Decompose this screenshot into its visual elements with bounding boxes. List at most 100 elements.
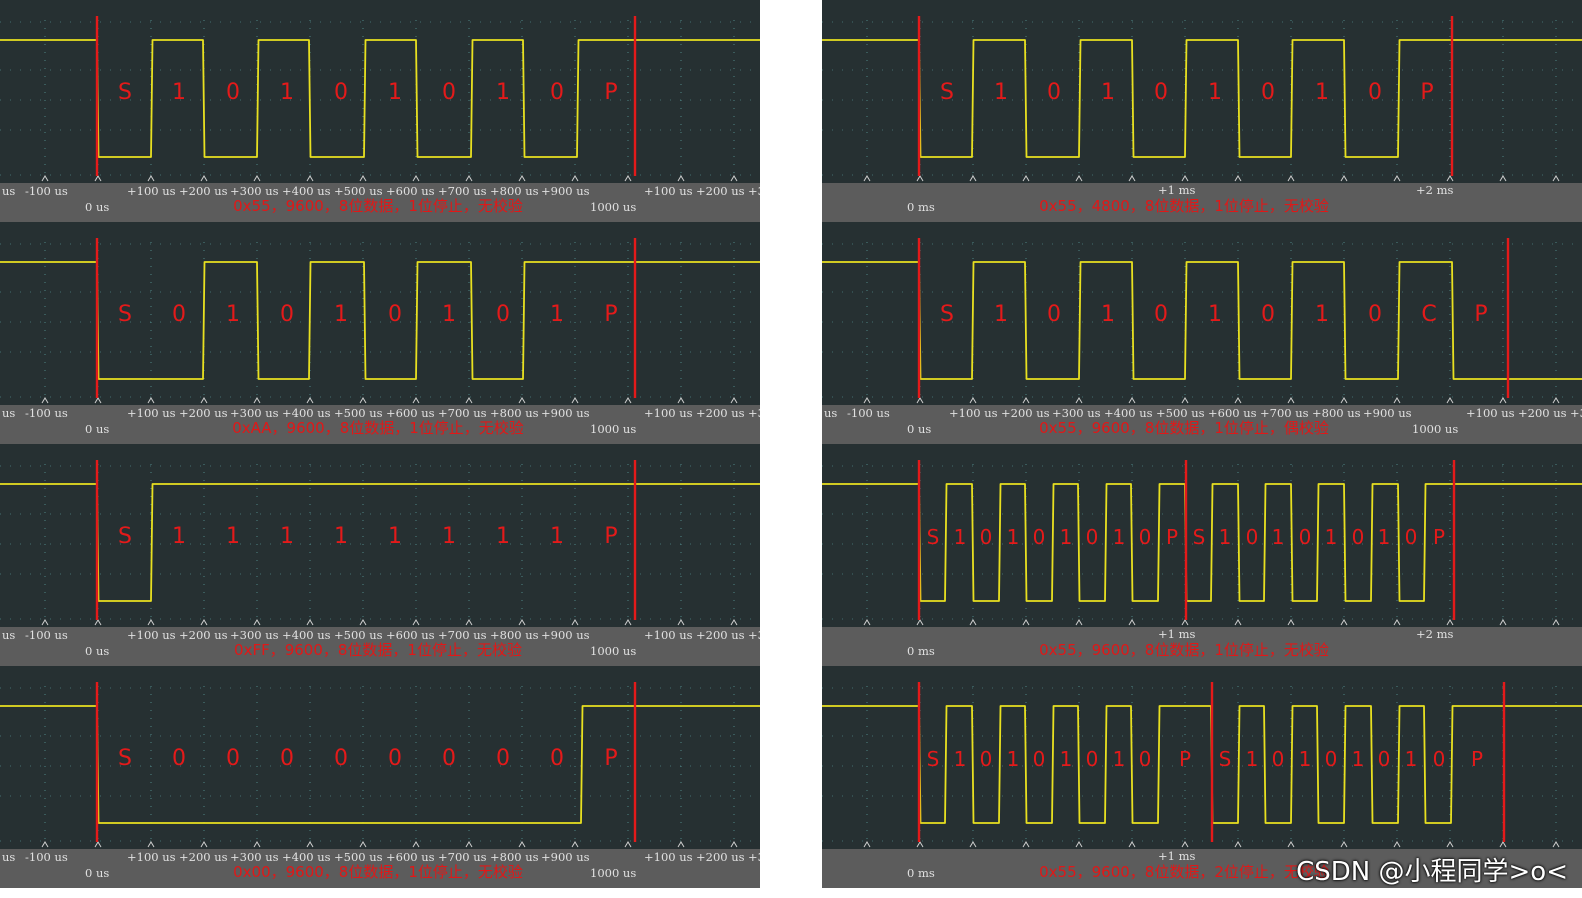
bit-label: 0 [172,302,186,327]
axis-tick-label: +200 us [1518,406,1567,420]
axis-tick [518,175,526,182]
bit-label: 1 [172,80,186,105]
axis-end-label: 1000 us [1412,422,1459,436]
bit-label: 1 [1315,80,1329,105]
axis-tick [306,175,314,182]
bit-label: 0 [496,746,510,771]
axis-tick-label: us [2,184,16,198]
axis-tick [1446,397,1454,404]
axis-tick [916,841,924,848]
axis-tick [1393,619,1401,626]
bit-label: S [940,80,954,105]
serial-waveform [0,483,760,602]
axis-tick [253,841,261,848]
axis-tick [518,397,526,404]
axis-tick [253,619,261,626]
axis-tick-label: us [2,628,16,642]
axis-tick-label: +900 us [541,184,590,198]
axis-end-label: 1000 us [590,200,637,214]
scope-panel: S 0 0 0 0 0 0 0 0 Pus -100 us +100 us +200 us +300 us… [0,666,760,888]
axis-tick [969,175,977,182]
axis-tick [41,841,49,848]
axis-tick [1128,397,1136,404]
bit-label: P [604,746,618,771]
bit-label: 0 [280,746,294,771]
scope-panel: S 1 0 1 0 1 0 1 0 P +1 ms +2 ms 0 ms 0x55，4800，8位数据，1… [822,0,1582,222]
axis-tick [969,397,977,404]
bit-label: 0 [1047,302,1061,327]
bit-label: S [1218,747,1232,771]
panel-caption: 0xAA，9600，8位数据，1位停止，无校验 [232,419,524,437]
axis-tick [1022,175,1030,182]
bit-label: C [1421,302,1437,327]
bit-label: 0 [1324,747,1338,771]
bit-label: 0 [1138,525,1152,549]
axis-tick [1181,619,1189,626]
axis-tick-label: +100 us [127,406,176,420]
watermark: CSDN @小程同学>o< [1296,857,1568,887]
bit-label: 0 [334,80,348,105]
axis-tick [94,619,102,626]
bit-label: 1 [1324,525,1338,549]
axis-origin-label: 0 us [907,422,932,436]
axis-origin-label: 0 ms [907,200,935,214]
axis-tick [1075,841,1083,848]
axis-tick [1340,619,1348,626]
bit-label: 0 [1032,525,1046,549]
bit-label: 1 [1271,525,1285,549]
bit-label: 0 [1085,525,1099,549]
axis-tick [1022,841,1030,848]
bit-label: 0 [1138,747,1152,771]
axis-tick [518,619,526,626]
bit-label: 1 [442,524,456,549]
axis-tick-label: +100 us [644,184,693,198]
axis-origin-label: 0 us [85,866,110,880]
bit-label: 1 [496,524,510,549]
axis-tick-label: +3 [748,406,760,420]
bit-label: 1 [994,80,1008,105]
axis-tick [1022,619,1030,626]
axis-tick [730,841,738,848]
axis-tick [863,175,871,182]
axis-tick [412,175,420,182]
bit-label: 1 [334,524,348,549]
axis-tick [1552,397,1560,404]
bit-label: 0 [1085,747,1099,771]
axis-tick [677,397,685,404]
axis-tick [1393,397,1401,404]
axis-tick-label: +200 us [696,628,745,642]
axis-tick [1340,841,1348,848]
axis-tick [359,841,367,848]
bit-label: 1 [1377,525,1391,549]
axis-tick [1340,397,1348,404]
axis-tick [1446,175,1454,182]
axis-tick [1499,397,1507,404]
axis-tick [1446,841,1454,848]
axis-tick-label: +900 us [541,850,590,864]
bit-label: 0 [1047,80,1061,105]
axis-tick-label: +200 us [696,184,745,198]
axis-tick [1022,397,1030,404]
bit-label: 0 [442,80,456,105]
axis-tick [916,175,924,182]
waveform-plot [822,16,1582,182]
axis-tick [1552,175,1560,182]
axis-tick [518,841,526,848]
axis-tick [200,397,208,404]
bit-label: 1 [1315,302,1329,327]
bit-label: 0 [1404,525,1418,549]
axis-tick [730,175,738,182]
axis-tick [1287,841,1295,848]
bit-label: 0 [442,746,456,771]
axis-tick [1234,397,1242,404]
axis-tick-label: +900 us [1363,406,1412,420]
axis-tick [41,175,49,182]
axis-tick [624,397,632,404]
bit-label: 0 [1261,80,1275,105]
bit-label: 1 [1404,747,1418,771]
axis-tick-label: +200 us [696,406,745,420]
axis-tick [94,397,102,404]
axis-tick [359,397,367,404]
axis-tick-label: +200 us [179,628,228,642]
axis-tick [1552,619,1560,626]
